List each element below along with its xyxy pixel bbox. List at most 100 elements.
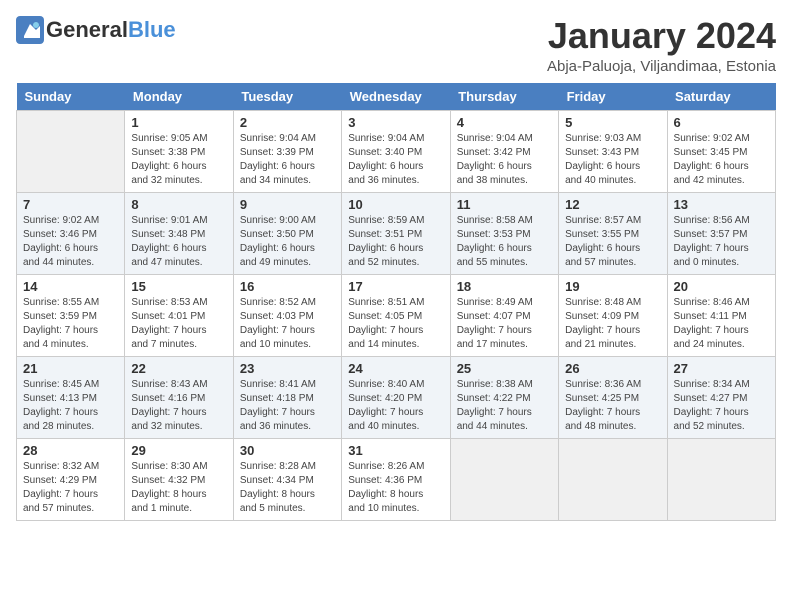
cell-info: Sunrise: 8:45 AMSunset: 4:13 PMDaylight:… xyxy=(23,378,118,434)
cell-info: Sunrise: 9:02 AMSunset: 3:45 PMDaylight:… xyxy=(674,132,769,188)
date-number: 19 xyxy=(565,279,660,294)
calendar-day-30: 30 Sunrise: 8:28 AMSunset: 4:34 PMDayligh… xyxy=(233,438,341,520)
date-number: 7 xyxy=(23,197,118,212)
calendar-title: January 2024 xyxy=(547,16,776,56)
date-number: 23 xyxy=(240,361,335,376)
empty-cell xyxy=(17,110,125,192)
day-header-saturday: Saturday xyxy=(667,83,775,111)
calendar-table: SundayMondayTuesdayWednesdayThursdayFrid… xyxy=(16,83,776,521)
calendar-day-10: 10Sunrise: 8:59 AMSunset: 3:51 PMDayligh… xyxy=(342,192,450,274)
empty-cell xyxy=(667,438,775,520)
cell-info: Sunrise: 8:34 AMSunset: 4:27 PMDaylight:… xyxy=(674,378,769,434)
calendar-day-22: 22Sunrise: 8:43 AMSunset: 4:16 PMDayligh… xyxy=(125,356,233,438)
calendar-day-26: 26 Sunrise: 8:36 AMSunset: 4:25 PMDayligh… xyxy=(559,356,667,438)
calendar-day-11: 11 Sunrise: 8:58 AMSunset: 3:53 PMDayligh… xyxy=(450,192,558,274)
date-number: 6 xyxy=(674,115,769,130)
date-number: 28 xyxy=(23,443,118,458)
cell-info: Sunrise: 8:26 AMSunset: 4:36 PMDaylight:… xyxy=(348,460,443,516)
date-number: 4 xyxy=(457,115,552,130)
day-header-wednesday: Wednesday xyxy=(342,83,450,111)
date-number: 3 xyxy=(348,115,443,130)
cell-info: Sunrise: 9:03 AMSunset: 3:43 PMDaylight:… xyxy=(565,132,660,188)
cell-info: Sunrise: 8:55 AMSunset: 3:59 PMDaylight:… xyxy=(23,296,118,352)
date-number: 10 xyxy=(348,197,443,212)
week-row: 28 Sunrise: 8:32 AMSunset: 4:29 PMDayligh… xyxy=(17,438,776,520)
logo-icon xyxy=(16,16,44,44)
date-number: 30 xyxy=(240,443,335,458)
week-row: 1 Sunrise: 9:05 AMSunset: 3:38 PMDaylight… xyxy=(17,110,776,192)
cell-info: Sunrise: 9:01 AMSunset: 3:48 PMDaylight:… xyxy=(131,214,226,270)
calendar-day-3: 3Sunrise: 9:04 AMSunset: 3:40 PMDaylight… xyxy=(342,110,450,192)
date-number: 8 xyxy=(131,197,226,212)
date-number: 5 xyxy=(565,115,660,130)
cell-info: Sunrise: 8:51 AMSunset: 4:05 PMDaylight:… xyxy=(348,296,443,352)
cell-info: Sunrise: 8:58 AMSunset: 3:53 PMDaylight:… xyxy=(457,214,552,270)
date-number: 21 xyxy=(23,361,118,376)
date-number: 9 xyxy=(240,197,335,212)
date-number: 27 xyxy=(674,361,769,376)
cell-info: Sunrise: 8:57 AMSunset: 3:55 PMDaylight:… xyxy=(565,214,660,270)
calendar-day-7: 7 Sunrise: 9:02 AMSunset: 3:46 PMDaylight… xyxy=(17,192,125,274)
week-row: 21 Sunrise: 8:45 AMSunset: 4:13 PMDayligh… xyxy=(17,356,776,438)
calendar-day-25: 25 Sunrise: 8:38 AMSunset: 4:22 PMDayligh… xyxy=(450,356,558,438)
day-header-thursday: Thursday xyxy=(450,83,558,111)
calendar-day-9: 9 Sunrise: 9:00 AMSunset: 3:50 PMDaylight… xyxy=(233,192,341,274)
calendar-day-28: 28 Sunrise: 8:32 AMSunset: 4:29 PMDayligh… xyxy=(17,438,125,520)
cell-info: Sunrise: 8:53 AMSunset: 4:01 PMDaylight:… xyxy=(131,296,226,352)
calendar-day-6: 6 Sunrise: 9:02 AMSunset: 3:45 PMDaylight… xyxy=(667,110,775,192)
date-number: 24 xyxy=(348,361,443,376)
cell-info: Sunrise: 8:49 AMSunset: 4:07 PMDaylight:… xyxy=(457,296,552,352)
cell-info: Sunrise: 9:02 AMSunset: 3:46 PMDaylight:… xyxy=(23,214,118,270)
cell-info: Sunrise: 8:30 AMSunset: 4:32 PMDaylight:… xyxy=(131,460,226,516)
day-header-monday: Monday xyxy=(125,83,233,111)
cell-info: Sunrise: 9:05 AMSunset: 3:38 PMDaylight:… xyxy=(131,132,226,188)
cell-info: Sunrise: 8:52 AMSunset: 4:03 PMDaylight:… xyxy=(240,296,335,352)
empty-cell xyxy=(559,438,667,520)
calendar-day-5: 5 Sunrise: 9:03 AMSunset: 3:43 PMDaylight… xyxy=(559,110,667,192)
date-number: 12 xyxy=(565,197,660,212)
calendar-day-24: 24Sunrise: 8:40 AMSunset: 4:20 PMDayligh… xyxy=(342,356,450,438)
calendar-day-19: 19 Sunrise: 8:48 AMSunset: 4:09 PMDayligh… xyxy=(559,274,667,356)
cell-info: Sunrise: 8:41 AMSunset: 4:18 PMDaylight:… xyxy=(240,378,335,434)
date-number: 11 xyxy=(457,197,552,212)
date-number: 26 xyxy=(565,361,660,376)
calendar-day-20: 20Sunrise: 8:46 AMSunset: 4:11 PMDayligh… xyxy=(667,274,775,356)
cell-info: Sunrise: 8:32 AMSunset: 4:29 PMDaylight:… xyxy=(23,460,118,516)
calendar-day-8: 8 Sunrise: 9:01 AMSunset: 3:48 PMDaylight… xyxy=(125,192,233,274)
calendar-day-23: 23 Sunrise: 8:41 AMSunset: 4:18 PMDayligh… xyxy=(233,356,341,438)
date-number: 18 xyxy=(457,279,552,294)
cell-info: Sunrise: 9:00 AMSunset: 3:50 PMDaylight:… xyxy=(240,214,335,270)
cell-info: Sunrise: 8:28 AMSunset: 4:34 PMDaylight:… xyxy=(240,460,335,516)
calendar-subtitle: Abja-Paluoja, Viljandimaa, Estonia xyxy=(547,58,776,75)
calendar-day-12: 12 Sunrise: 8:57 AMSunset: 3:55 PMDayligh… xyxy=(559,192,667,274)
date-number: 2 xyxy=(240,115,335,130)
calendar-day-2: 2 Sunrise: 9:04 AMSunset: 3:39 PMDaylight… xyxy=(233,110,341,192)
calendar-day-4: 4Sunrise: 9:04 AMSunset: 3:42 PMDaylight… xyxy=(450,110,558,192)
date-number: 20 xyxy=(674,279,769,294)
cell-info: Sunrise: 8:38 AMSunset: 4:22 PMDaylight:… xyxy=(457,378,552,434)
page-header: GeneralBlue January 2024 Abja-Paluoja, V… xyxy=(16,16,776,75)
empty-cell xyxy=(450,438,558,520)
calendar-day-29: 29Sunrise: 8:30 AMSunset: 4:32 PMDayligh… xyxy=(125,438,233,520)
date-number: 1 xyxy=(131,115,226,130)
calendar-day-13: 13Sunrise: 8:56 AMSunset: 3:57 PMDayligh… xyxy=(667,192,775,274)
day-header-sunday: Sunday xyxy=(17,83,125,111)
date-number: 15 xyxy=(131,279,226,294)
cell-info: Sunrise: 8:48 AMSunset: 4:09 PMDaylight:… xyxy=(565,296,660,352)
date-number: 25 xyxy=(457,361,552,376)
title-block: January 2024 Abja-Paluoja, Viljandimaa, … xyxy=(547,16,776,75)
date-number: 16 xyxy=(240,279,335,294)
week-row: 7 Sunrise: 9:02 AMSunset: 3:46 PMDaylight… xyxy=(17,192,776,274)
calendar-day-14: 14Sunrise: 8:55 AMSunset: 3:59 PMDayligh… xyxy=(17,274,125,356)
logo-blue-text: Blue xyxy=(128,17,176,43)
calendar-day-27: 27 Sunrise: 8:34 AMSunset: 4:27 PMDayligh… xyxy=(667,356,775,438)
calendar-day-16: 16 Sunrise: 8:52 AMSunset: 4:03 PMDayligh… xyxy=(233,274,341,356)
cell-info: Sunrise: 8:36 AMSunset: 4:25 PMDaylight:… xyxy=(565,378,660,434)
calendar-day-21: 21 Sunrise: 8:45 AMSunset: 4:13 PMDayligh… xyxy=(17,356,125,438)
day-header-tuesday: Tuesday xyxy=(233,83,341,111)
logo-general-text: General xyxy=(46,17,128,43)
calendar-day-17: 17Sunrise: 8:51 AMSunset: 4:05 PMDayligh… xyxy=(342,274,450,356)
cell-info: Sunrise: 8:43 AMSunset: 4:16 PMDaylight:… xyxy=(131,378,226,434)
cell-info: Sunrise: 9:04 AMSunset: 3:39 PMDaylight:… xyxy=(240,132,335,188)
logo: GeneralBlue xyxy=(16,16,176,44)
